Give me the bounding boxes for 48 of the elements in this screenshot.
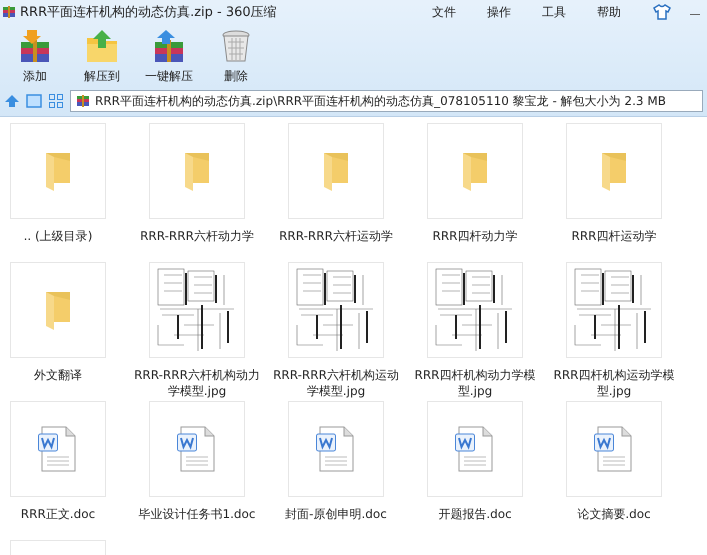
- word-document-icon: [316, 426, 356, 472]
- file-name: RRR四杆运动学: [570, 228, 658, 244]
- toolbar-button[interactable]: 解压到: [71, 24, 133, 85]
- toolbar-button[interactable]: 添加: [4, 24, 66, 85]
- file-tile[interactable]: [566, 401, 662, 497]
- file-name: RRR正文.doc: [20, 506, 96, 522]
- file-tile[interactable]: [10, 123, 106, 219]
- file-tile[interactable]: [288, 401, 384, 497]
- file-tile[interactable]: [427, 401, 523, 497]
- file-name: 封面-原创申明.doc: [284, 506, 388, 522]
- path-field[interactable]: RRR平面连杆机构的动态仿真.zip\RRR平面连杆机构的动态仿真_078105110 黎宝龙 - 解包大小为 2.3 MB: [70, 90, 703, 112]
- file-tile[interactable]: [149, 123, 245, 219]
- file-name: RRR-RRR六杆机构动力学模型.jpg: [133, 367, 261, 399]
- file-name: RRR-RRR六杆动力学: [139, 228, 255, 244]
- file-name: RRR四杆机构运动学模型.jpg: [552, 367, 676, 399]
- word-document-icon: [455, 426, 495, 472]
- file-name: RRR四杆动力学: [431, 228, 518, 244]
- file-name: 论文摘要.doc: [576, 506, 652, 522]
- file-name: 毕业设计任务书1.doc: [137, 506, 256, 522]
- grid-view-icon[interactable]: [48, 93, 64, 109]
- shirt-icon[interactable]: [653, 4, 671, 20]
- folder-up-arrow-icon: [84, 28, 120, 64]
- toolbar-button[interactable]: 删除: [205, 24, 267, 85]
- single-view-icon[interactable]: [26, 94, 42, 108]
- toolbar-button[interactable]: 一键解压: [138, 24, 200, 85]
- word-document-icon: [594, 426, 634, 472]
- file-name: RRR四杆机构动力学模型.jpg: [413, 367, 536, 399]
- file-tile[interactable]: [566, 123, 662, 219]
- file-tile[interactable]: [10, 262, 106, 358]
- word-document-icon: [38, 426, 78, 472]
- file-name: 外文翻译: [33, 367, 83, 383]
- up-arrow-icon[interactable]: [4, 93, 20, 109]
- menu-item[interactable]: 文件: [432, 4, 456, 20]
- file-name: RRR-RRR六杆运动学: [278, 228, 394, 244]
- file-name: RRR-RRR六杆机构运动学模型.jpg: [272, 367, 400, 399]
- menu-item[interactable]: 工具: [542, 4, 566, 20]
- menu-item[interactable]: 操作: [487, 4, 511, 20]
- word-document-icon: [177, 426, 217, 472]
- file-tile[interactable]: [288, 123, 384, 219]
- archive-icon: [2, 5, 16, 19]
- file-name: 开题报告.doc: [437, 506, 513, 522]
- file-tile[interactable]: [149, 401, 245, 497]
- file-name: .. (上级目录): [22, 228, 94, 244]
- file-tile[interactable]: [427, 123, 523, 219]
- archive-icon: [76, 94, 90, 108]
- window-title: RRR平面连杆机构的动态仿真.zip - 360压缩: [20, 4, 277, 21]
- menu-item[interactable]: 帮助: [597, 4, 621, 20]
- file-tile[interactable]: [10, 401, 106, 497]
